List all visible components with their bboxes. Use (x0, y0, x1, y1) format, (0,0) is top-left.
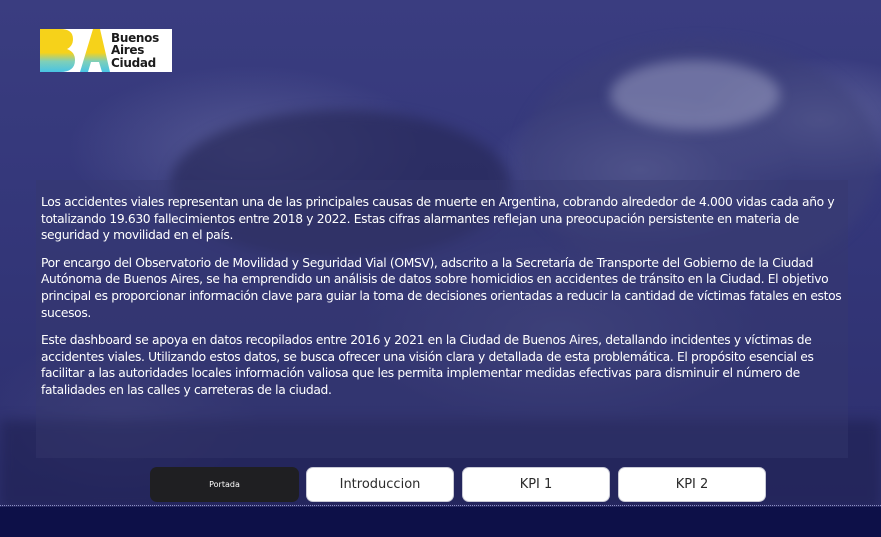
intro-text-panel: Los accidentes viales representan una de… (36, 180, 848, 458)
ba-logo-icon (40, 29, 110, 72)
intro-paragraph-2: Por encargo del Observatorio de Movilida… (41, 255, 842, 320)
logo-wordmark: Buenos Aires Ciudad (111, 32, 159, 70)
nav-button-portada[interactable]: Portada (150, 467, 299, 502)
nav-button-introduccion[interactable]: Introduccion (306, 467, 454, 502)
intro-paragraph-1: Los accidentes viales representan una de… (41, 195, 835, 243)
nav-button-kpi-1[interactable]: KPI 1 (462, 467, 610, 502)
intro-paragraph-3: Este dashboard se apoya en datos recopil… (41, 333, 814, 397)
buenos-aires-logo: Buenos Aires Ciudad (40, 29, 172, 72)
footer-band (0, 507, 881, 537)
logo-line-3: Ciudad (111, 55, 156, 70)
dotted-divider (0, 505, 881, 506)
windshield-glare (610, 60, 780, 130)
nav-button-kpi-2[interactable]: KPI 2 (618, 467, 766, 502)
logo-line-2: Aires (111, 43, 145, 58)
